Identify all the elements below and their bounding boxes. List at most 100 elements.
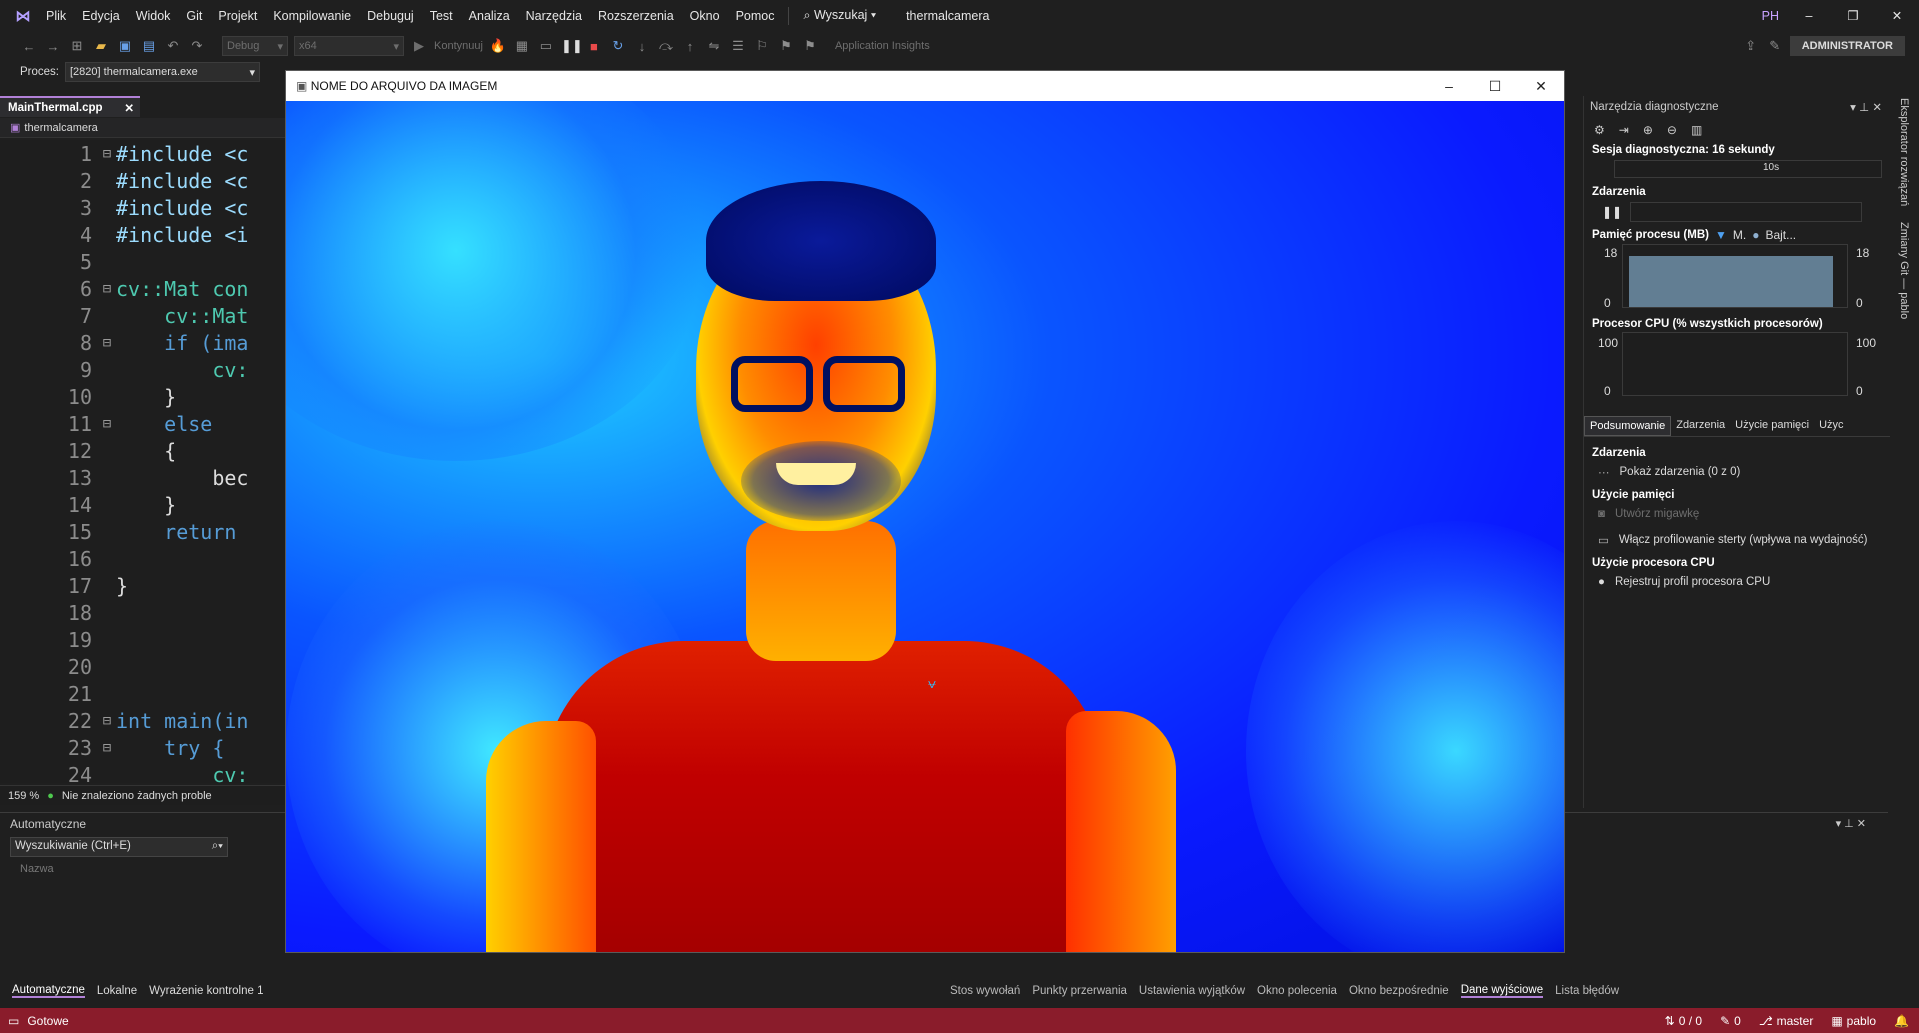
new-project-icon[interactable]: ⊞	[68, 38, 86, 54]
diag-tab[interactable]: Użycie pamięci	[1730, 416, 1814, 436]
redo-icon[interactable]: ↷	[188, 38, 206, 54]
show-events-link[interactable]: Pokaż zdarzenia (0 z 0)	[1620, 466, 1741, 478]
application-insights-button[interactable]: Application Insights	[835, 40, 930, 52]
play-icon[interactable]: ▶	[410, 38, 428, 54]
settings-icon[interactable]: ⚙	[1594, 123, 1605, 137]
code-line[interactable]: 22 ⊟ int main(in	[0, 707, 285, 734]
diag-tab[interactable]: Podsumowanie	[1584, 416, 1672, 436]
code-line[interactable]: 3 #include <c	[0, 194, 285, 221]
bottom-tab[interactable]: Ustawienia wyjątków	[1139, 985, 1245, 997]
memory-chart[interactable]	[1622, 244, 1848, 308]
code-line[interactable]: 10 }	[0, 383, 285, 410]
menu-item[interactable]: Plik	[38, 9, 74, 23]
configuration-dropdown[interactable]: Debug ▾	[222, 36, 288, 56]
code-line[interactable]: 8 ⊟ if (ima	[0, 329, 285, 356]
close-icon[interactable]: ✕	[1875, 8, 1919, 23]
bottom-tab[interactable]: Wyrażenie kontrolne 1	[149, 985, 263, 997]
save-icon[interactable]: ▣	[116, 38, 134, 54]
restore-icon[interactable]: ❐	[1831, 8, 1875, 23]
continue-button[interactable]: Kontynuuj	[434, 40, 483, 52]
zoom-out-icon[interactable]: ⊖	[1667, 123, 1677, 137]
code-line[interactable]: 21	[0, 680, 285, 707]
bottom-tab[interactable]: Stos wywołań	[950, 985, 1020, 997]
notifications-icon[interactable]: 🔔	[1894, 1014, 1909, 1028]
problems-status[interactable]: Nie znaleziono żadnych proble	[62, 790, 212, 802]
code-line[interactable]: 18	[0, 599, 285, 626]
show-events-row[interactable]: ⋯ Pokaż zdarzenia (0 z 0)	[1584, 459, 1890, 485]
fold-icon[interactable]: ⊟	[98, 740, 116, 756]
bottom-tab[interactable]: Automatyczne	[12, 984, 85, 998]
code-line[interactable]: 19	[0, 626, 285, 653]
cpu-section-header[interactable]: Procesor CPU (% wszystkich procesorów)	[1584, 318, 1890, 330]
save-all-icon[interactable]: ▤	[140, 38, 158, 54]
menu-item[interactable]: Projekt	[210, 9, 265, 23]
snapshot-row[interactable]: ◙ Utwórz migawkę	[1584, 501, 1890, 527]
process-dropdown[interactable]: [2820] thermalcamera.exe ▾	[65, 62, 260, 82]
code-line[interactable]: 15 return	[0, 518, 285, 545]
hot-reload-icon[interactable]: 🔥	[489, 38, 507, 54]
forward-icon[interactable]: →	[44, 39, 62, 54]
pending-edits[interactable]: 0	[1734, 1014, 1741, 1028]
minimize-icon[interactable]: –	[1787, 9, 1831, 23]
menu-item[interactable]: Git	[178, 9, 210, 23]
back-icon[interactable]: ←	[20, 39, 38, 54]
tab-mainthermal[interactable]: MainThermal.cpp ✕	[0, 96, 140, 117]
code-line[interactable]: 13 bec	[0, 464, 285, 491]
autos-search-input[interactable]: Wyszukiwanie (Ctrl+E) ⌕▾	[10, 837, 228, 857]
pause-icon[interactable]: ❚❚	[561, 38, 583, 54]
feedback-icon[interactable]: ✎	[1766, 38, 1784, 54]
bottom-tab[interactable]: Dane wyjściowe	[1460, 984, 1544, 998]
platform-dropdown[interactable]: x64 ▾	[294, 36, 404, 56]
bottom-tab[interactable]: Okno polecenia	[1257, 985, 1337, 997]
fold-icon[interactable]: ⊟	[98, 281, 116, 297]
undo-icon[interactable]: ↶	[164, 38, 182, 54]
share-icon[interactable]: ⇪	[1742, 38, 1760, 54]
zoom-in-icon[interactable]: ⊕	[1643, 123, 1653, 137]
git-branch[interactable]: master	[1777, 1014, 1814, 1028]
fold-icon[interactable]: ⊟	[98, 335, 116, 351]
code-line[interactable]: 24 cv:	[0, 761, 285, 784]
maximize-icon[interactable]: ☐	[1472, 71, 1518, 101]
zoom-level[interactable]: 159 %	[8, 790, 39, 802]
solution-explorer-tab[interactable]: Eksplorator rozwiązań	[1898, 98, 1910, 206]
menu-item[interactable]: Okno	[682, 9, 728, 23]
user-avatar[interactable]: PH	[1754, 9, 1787, 23]
menu-item[interactable]: Analiza	[461, 9, 518, 23]
diag-tab[interactable]: Użyc	[1814, 416, 1848, 436]
menu-item[interactable]: Kompilowanie	[265, 9, 359, 23]
cpu-profile-row[interactable]: ● Rejestruj profil procesora CPU	[1584, 569, 1890, 595]
bottom-tab[interactable]: Punkty przerwania	[1032, 985, 1127, 997]
code-line[interactable]: 4 #include <i	[0, 221, 285, 248]
menu-item[interactable]: Debuguj	[359, 9, 422, 23]
fold-icon[interactable]: ⊟	[98, 146, 116, 162]
cpu-profile-link[interactable]: Rejestruj profil procesora CPU	[1615, 576, 1770, 588]
code-line[interactable]: 1 ⊟ #include <c	[0, 140, 285, 167]
code-editor[interactable]: 1 ⊟ #include <c 2 #include <c 3 #include <c 4 #i…	[0, 140, 285, 783]
code-line[interactable]: 2 #include <c	[0, 167, 285, 194]
bottom-tab[interactable]: Lista błędów	[1555, 985, 1619, 997]
step-out-icon[interactable]: ↑	[681, 39, 699, 54]
bookmark-next-icon[interactable]: ⚑	[801, 38, 819, 54]
bookmark-icon[interactable]: ⚐	[753, 38, 771, 54]
stop-icon[interactable]: ■	[585, 39, 603, 54]
chart-icon[interactable]: ▥	[1691, 123, 1702, 137]
restart-icon[interactable]: ↻	[609, 38, 627, 54]
code-line[interactable]: 12 {	[0, 437, 285, 464]
code-line[interactable]: 20	[0, 653, 285, 680]
fold-icon[interactable]: ⊟	[98, 416, 116, 432]
bottom-tab[interactable]: Okno bezpośrednie	[1349, 985, 1449, 997]
menu-item[interactable]: Test	[422, 9, 461, 23]
events-section-header[interactable]: Zdarzenia	[1584, 186, 1890, 198]
close-icon[interactable]: ✕	[1518, 71, 1564, 101]
bottom-tab[interactable]: Lokalne	[97, 985, 137, 997]
code-line[interactable]: 11 ⊟ else	[0, 410, 285, 437]
memory-section-header[interactable]: Pamięć procesu (MB)	[1584, 229, 1709, 241]
panel-controls[interactable]: ▾ ⊥ ✕	[1836, 817, 1866, 830]
code-line[interactable]: 17}	[0, 572, 285, 599]
menu-item[interactable]: Widok	[128, 9, 179, 23]
panel-controls-icon[interactable]: ▾ ⊥ ✕	[1850, 100, 1882, 114]
pause-icon[interactable]: ❚❚	[1602, 205, 1622, 219]
fold-icon[interactable]: ⊟	[98, 713, 116, 729]
diag-tab[interactable]: Zdarzenia	[1671, 416, 1730, 436]
code-line[interactable]: 7 cv::Mat	[0, 302, 285, 329]
